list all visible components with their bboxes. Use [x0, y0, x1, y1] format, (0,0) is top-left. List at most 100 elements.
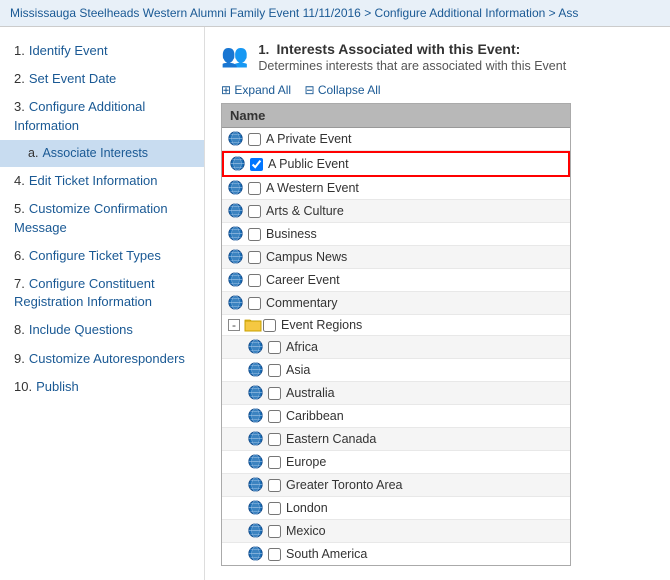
checkbox-south-america[interactable] [268, 548, 281, 561]
tree-label-south-america: South America [286, 547, 367, 561]
tree-row-arts-culture: Arts & Culture [222, 200, 570, 223]
tree-label-asia: Asia [286, 363, 310, 377]
checkbox-commentary[interactable] [248, 297, 261, 310]
tree-row-south-america: South America [222, 543, 570, 565]
tree-label-mexico: Mexico [286, 524, 326, 538]
checkbox-event-regions[interactable] [263, 319, 276, 332]
globe-icon-mexico [248, 523, 264, 539]
checkbox-europe[interactable] [268, 456, 281, 469]
tree-label-europe: Europe [286, 455, 326, 469]
tree-label-london: London [286, 501, 328, 515]
checkbox-career-event[interactable] [248, 274, 261, 287]
tree-row-mexico: Mexico [222, 520, 570, 543]
checkbox-caribbean[interactable] [268, 410, 281, 423]
globe-icon-europe [248, 454, 264, 470]
globe-icon-commentary [228, 295, 244, 311]
checkbox-australia[interactable] [268, 387, 281, 400]
checkbox-africa[interactable] [268, 341, 281, 354]
tree-label-business: Business [266, 227, 317, 241]
checkbox-campus-news[interactable] [248, 251, 261, 264]
globe-icon-career-event [228, 272, 244, 288]
globe-icon-caribbean [248, 408, 264, 424]
tree-row-career-event: Career Event [222, 269, 570, 292]
tree-label-arts-culture: Arts & Culture [266, 204, 344, 218]
tree-label-a-public-event: A Public Event [268, 157, 349, 171]
globe-icon-arts-culture [228, 203, 244, 219]
sidebar-item-configure-ticket-types[interactable]: 6.Configure Ticket Types [0, 242, 204, 270]
sidebar-item-edit-ticket-info[interactable]: 4.Edit Ticket Information [0, 167, 204, 195]
tree-row-eastern-canada: Eastern Canada [222, 428, 570, 451]
checkbox-london[interactable] [268, 502, 281, 515]
sidebar-item-configure-additional-info[interactable]: 3.Configure Additional Information [0, 93, 204, 139]
section-title-text: Interests Associated with this Event: [277, 41, 521, 57]
sidebar-item-set-event-date[interactable]: 2.Set Event Date [0, 65, 204, 93]
tree-row-greater-toronto-area: Greater Toronto Area [222, 474, 570, 497]
checkbox-a-public-event[interactable] [250, 158, 263, 171]
tree-row-commentary: Commentary [222, 292, 570, 315]
globe-icon-africa [248, 339, 264, 355]
tree-row-caribbean: Caribbean [222, 405, 570, 428]
tree-row-a-western-event: A Western Event [222, 177, 570, 200]
checkbox-business[interactable] [248, 228, 261, 241]
breadcrumb: Mississauga Steelheads Western Alumni Fa… [0, 0, 670, 27]
step-number: 1. [258, 42, 272, 57]
sidebar-item-publish[interactable]: 10.Publish [0, 373, 204, 401]
tree-label-commentary: Commentary [266, 296, 338, 310]
checkbox-a-private-event[interactable] [248, 133, 261, 146]
checkbox-arts-culture[interactable] [248, 205, 261, 218]
folder-icon-event-regions [244, 318, 260, 332]
content-area: 👥 1. Interests Associated with this Even… [205, 27, 670, 580]
sidebar: 1.Identify Event2.Set Event Date3.Config… [0, 27, 205, 580]
section-header: 👥 1. Interests Associated with this Even… [221, 41, 654, 73]
tree-row-australia: Australia [222, 382, 570, 405]
globe-icon-campus-news [228, 249, 244, 265]
tree-label-campus-news: Campus News [266, 250, 347, 264]
expand-collapse-bar: ⊞ Expand All ⊟ Collapse All [221, 83, 654, 97]
tree-label-career-event: Career Event [266, 273, 340, 287]
globe-icon-asia [248, 362, 264, 378]
checkbox-greater-toronto-area[interactable] [268, 479, 281, 492]
section-subtitle: Determines interests that are associated… [258, 59, 566, 73]
sidebar-item-customize-confirmation[interactable]: 5.Customize Confirmation Message [0, 195, 204, 241]
checkbox-mexico[interactable] [268, 525, 281, 538]
tree-label-eastern-canada: Eastern Canada [286, 432, 376, 446]
globe-icon-south-america [248, 546, 264, 562]
sidebar-item-configure-constituent[interactable]: 7.Configure Constituent Registration Inf… [0, 270, 204, 316]
globe-icon-eastern-canada [248, 431, 264, 447]
tree-header: Name [222, 104, 570, 128]
checkbox-eastern-canada[interactable] [268, 433, 281, 446]
sidebar-item-associate-interests[interactable]: a.Associate Interests [0, 140, 204, 168]
collapse-icon-event-regions[interactable]: - [228, 319, 240, 331]
breadcrumb-configure-link[interactable]: Configure Additional Information [375, 6, 546, 20]
checkbox-asia[interactable] [268, 364, 281, 377]
globe-icon-a-western-event [228, 180, 244, 196]
globe-icon-a-private-event [228, 131, 244, 147]
tree-row-a-public-event: A Public Event [222, 151, 570, 177]
expand-all-link[interactable]: ⊞ Expand All [221, 83, 291, 97]
tree-label-caribbean: Caribbean [286, 409, 344, 423]
tree-row-business: Business [222, 223, 570, 246]
tree-row-a-private-event: A Private Event [222, 128, 570, 151]
globe-icon-business [228, 226, 244, 242]
main-layout: 1.Identify Event2.Set Event Date3.Config… [0, 27, 670, 580]
tree-row-asia: Asia [222, 359, 570, 382]
breadcrumb-event-link[interactable]: Mississauga Steelheads Western Alumni Fa… [10, 6, 361, 20]
section-title: 1. Interests Associated with this Event: [258, 41, 566, 57]
globe-icon-australia [248, 385, 264, 401]
tree-label-a-private-event: A Private Event [266, 132, 351, 146]
checkbox-a-western-event[interactable] [248, 182, 261, 195]
globe-icon-greater-toronto-area [248, 477, 264, 493]
tree-label-australia: Australia [286, 386, 335, 400]
tree-label-greater-toronto-area: Greater Toronto Area [286, 478, 403, 492]
sidebar-item-include-questions[interactable]: 8.Include Questions [0, 316, 204, 344]
tree-row-london: London [222, 497, 570, 520]
tree-row-africa: Africa [222, 336, 570, 359]
tree-label-a-western-event: A Western Event [266, 181, 359, 195]
globe-icon-london [248, 500, 264, 516]
interest-tree: Name A Private Event A Public Event A We… [221, 103, 571, 566]
sidebar-item-customize-autoresponders[interactable]: 9.Customize Autoresponders [0, 345, 204, 373]
tree-row-europe: Europe [222, 451, 570, 474]
tree-label-event-regions: Event Regions [281, 318, 362, 332]
sidebar-item-identify-event[interactable]: 1.Identify Event [0, 37, 204, 65]
collapse-all-link[interactable]: ⊟ Collapse All [304, 83, 380, 97]
